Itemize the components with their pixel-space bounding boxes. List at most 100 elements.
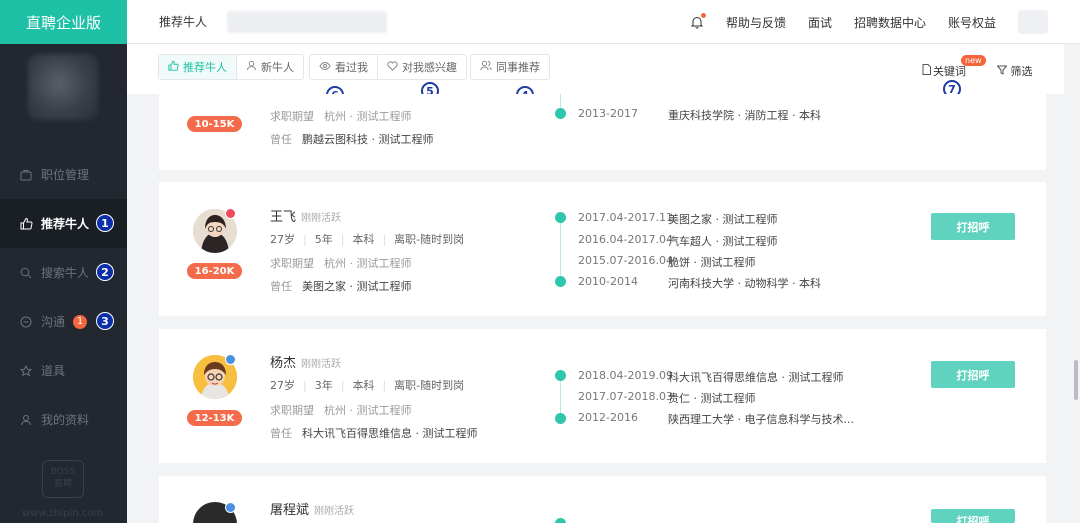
chat-icon [19, 315, 33, 329]
account-rights-link[interactable]: 账号权益 [948, 14, 996, 31]
screen-button[interactable]: 筛选 [996, 63, 1033, 79]
salary-badge: 12-13K [187, 410, 242, 426]
star-icon [19, 364, 33, 378]
filter-label: 同事推荐 [496, 61, 540, 74]
bell-icon[interactable] [690, 13, 706, 29]
job-status: 离职-随时到岗 [394, 379, 465, 392]
header-avatar[interactable] [1018, 10, 1048, 34]
search-icon [19, 266, 33, 280]
candidate-name-row: 杨杰 刚刚活跃 [270, 352, 341, 371]
education-detail: 陕西理工大学 · 电子信息科学与技术... [668, 413, 854, 426]
expectation-line: 求职期望 杭州 · 测试工程师 [270, 402, 412, 418]
sidebar-nav: 职位管理 推荐牛人 1 搜索牛人 2 沟通 1 3 道具 我的资料 [0, 150, 127, 444]
heart-icon [387, 60, 398, 74]
brand-suffix: 企业版 [56, 13, 102, 32]
work-period: 2017.04-2017.11 [578, 211, 673, 224]
past-job-line: 曾任 美图之家 · 测试工程师 [270, 278, 412, 294]
candidate-name[interactable]: 杨杰 [270, 356, 296, 371]
filter-funnel-icon [996, 65, 1011, 78]
timeline [560, 379, 561, 417]
past-label: 曾任 [270, 427, 292, 440]
tab-new[interactable]: 新牛人 [236, 55, 303, 79]
work-company: 脆饼 · 测试工程师 [668, 256, 756, 269]
past-job-line: 曾任 鹏越云图科技 · 测试工程师 [270, 131, 434, 147]
past-label: 曾任 [270, 133, 292, 146]
keyword-button[interactable]: 关键词 [922, 63, 966, 79]
work-company: 汽车超人 · 测试工程师 [668, 235, 778, 248]
candidate-card[interactable]: 10-15K 求职期望 杭州 · 测试工程师 曾任 鹏越云图科技 · 测试工程师 2… [159, 94, 1046, 170]
active-status: 刚刚活跃 [301, 213, 342, 224]
annotation-marker-2: 2 [96, 263, 114, 281]
education-row: 2013-2017 重庆科技学院 · 消防工程 · 本科 [578, 107, 821, 122]
top-header: 推荐牛人 帮助与反馈 面试 招聘数据中心 账号权益 [127, 0, 1080, 44]
candidate-card[interactable]: 屠程斌 刚刚活跃 打招呼 [159, 476, 1046, 523]
filter-viewed-me[interactable]: 看过我 [310, 55, 377, 79]
degree: 本科 [352, 233, 375, 246]
expectation-value: 杭州 · 测试工程师 [324, 110, 412, 123]
work-period: 2015.07-2016.04 [578, 254, 673, 267]
sidebar-item-recommend[interactable]: 推荐牛人 1 [0, 199, 127, 248]
greet-button[interactable]: 打招呼 [931, 509, 1015, 523]
boss-watermark-logo: BOSS 直聘 [42, 460, 84, 498]
expectation-value: 杭州 · 测试工程师 [324, 404, 412, 417]
greet-button[interactable]: 打招呼 [931, 213, 1015, 240]
logo-line-2: 直聘 [53, 479, 72, 489]
interview-link[interactable]: 面试 [808, 14, 832, 31]
candidate-name[interactable]: 屠程斌 [270, 503, 309, 518]
annotation-marker-1: 1 [96, 214, 114, 232]
greet-button[interactable]: 打招呼 [931, 361, 1015, 388]
sidebar-item-profile[interactable]: 我的资料 [0, 395, 127, 444]
help-feedback-link[interactable]: 帮助与反馈 [726, 14, 786, 31]
users-icon [480, 60, 492, 74]
header-actions: 帮助与反馈 面试 招聘数据中心 账号权益 [690, 0, 1048, 44]
sidebar-item-chat[interactable]: 沟通 1 3 [0, 297, 127, 346]
candidate-card[interactable]: 16-20K 王飞 刚刚活跃 27岁 | 5年 | 本科 | 离职-随时到岗 求职期望 杭州 ·… [159, 182, 1046, 316]
page-scrollbar[interactable] [1074, 360, 1078, 400]
sidebar-item-jobs[interactable]: 职位管理 [0, 150, 127, 199]
thumbs-up-icon [168, 60, 179, 74]
work-period: 2017.07-2018.03 [578, 390, 673, 403]
candidate-name[interactable]: 王飞 [270, 210, 296, 225]
notification-dot [700, 13, 706, 18]
past-value: 美图之家 · 测试工程师 [302, 280, 412, 293]
candidate-name-row: 王飞 刚刚活跃 [270, 206, 341, 225]
work-years: 3年 [314, 379, 333, 392]
expectation-value: 杭州 · 测试工程师 [324, 257, 412, 270]
sidebar: 直聘 企业版 职位管理 推荐牛人 1 搜索牛人 2 沟通 1 3 道具 我的资料… [0, 0, 127, 523]
candidate-name-row: 屠程斌 刚刚活跃 [270, 499, 354, 518]
sidebar-item-props[interactable]: 道具 [0, 346, 127, 395]
work-years: 5年 [314, 233, 333, 246]
filter-label: 对我感兴趣 [402, 61, 457, 74]
work-row: 2016.04-2017.04 汽车超人 · 测试工程师 [578, 233, 778, 248]
degree: 本科 [352, 379, 375, 392]
expectation-line: 求职期望 杭州 · 测试工程师 [270, 255, 412, 271]
account-avatar[interactable] [28, 54, 98, 120]
work-row: 2017.04-2017.11 美图之家 · 测试工程师 [578, 211, 778, 226]
brand-title: 直聘 [25, 13, 56, 32]
education-row: 2010-2014 河南科技大学 · 动物科学 · 本科 [578, 275, 821, 290]
filter-colleague[interactable]: 同事推荐 [471, 55, 549, 79]
sidebar-item-label: 职位管理 [41, 168, 90, 182]
expectation-line: 求职期望 杭州 · 测试工程师 [270, 108, 412, 124]
active-status: 刚刚活跃 [301, 359, 342, 370]
active-status: 刚刚活跃 [314, 506, 355, 517]
work-company: 美图之家 · 测试工程师 [668, 213, 778, 226]
expectation-label: 求职期望 [270, 110, 314, 123]
past-value: 鹏越云图科技 · 测试工程师 [302, 133, 434, 146]
blurred-job-selector[interactable] [227, 10, 388, 33]
user-icon [246, 60, 257, 74]
filter-label: 看过我 [335, 61, 368, 74]
sidebar-item-label: 我的资料 [41, 413, 90, 427]
recruit-data-link[interactable]: 招聘数据中心 [854, 14, 926, 31]
education-row: 2012-2016 陕西理工大学 · 电子信息科学与技术... [578, 411, 854, 426]
candidate-card[interactable]: 12-13K 杨杰 刚刚活跃 27岁 | 3年 | 本科 | 离职-随时到岗 求职期望 杭州 ·… [159, 329, 1046, 463]
tab-label: 推荐牛人 [183, 61, 227, 74]
work-dot-icon [555, 212, 566, 223]
tab-recommend[interactable]: 推荐牛人 [159, 55, 236, 79]
sidebar-item-search[interactable]: 搜索牛人 2 [0, 248, 127, 297]
brand-logo[interactable]: 直聘 企业版 [0, 0, 127, 44]
education-period: 2012-2016 [578, 411, 638, 424]
gender-male-icon [225, 502, 236, 513]
filter-interested[interactable]: 对我感兴趣 [377, 55, 466, 79]
education-detail: 重庆科技学院 · 消防工程 · 本科 [668, 109, 821, 122]
